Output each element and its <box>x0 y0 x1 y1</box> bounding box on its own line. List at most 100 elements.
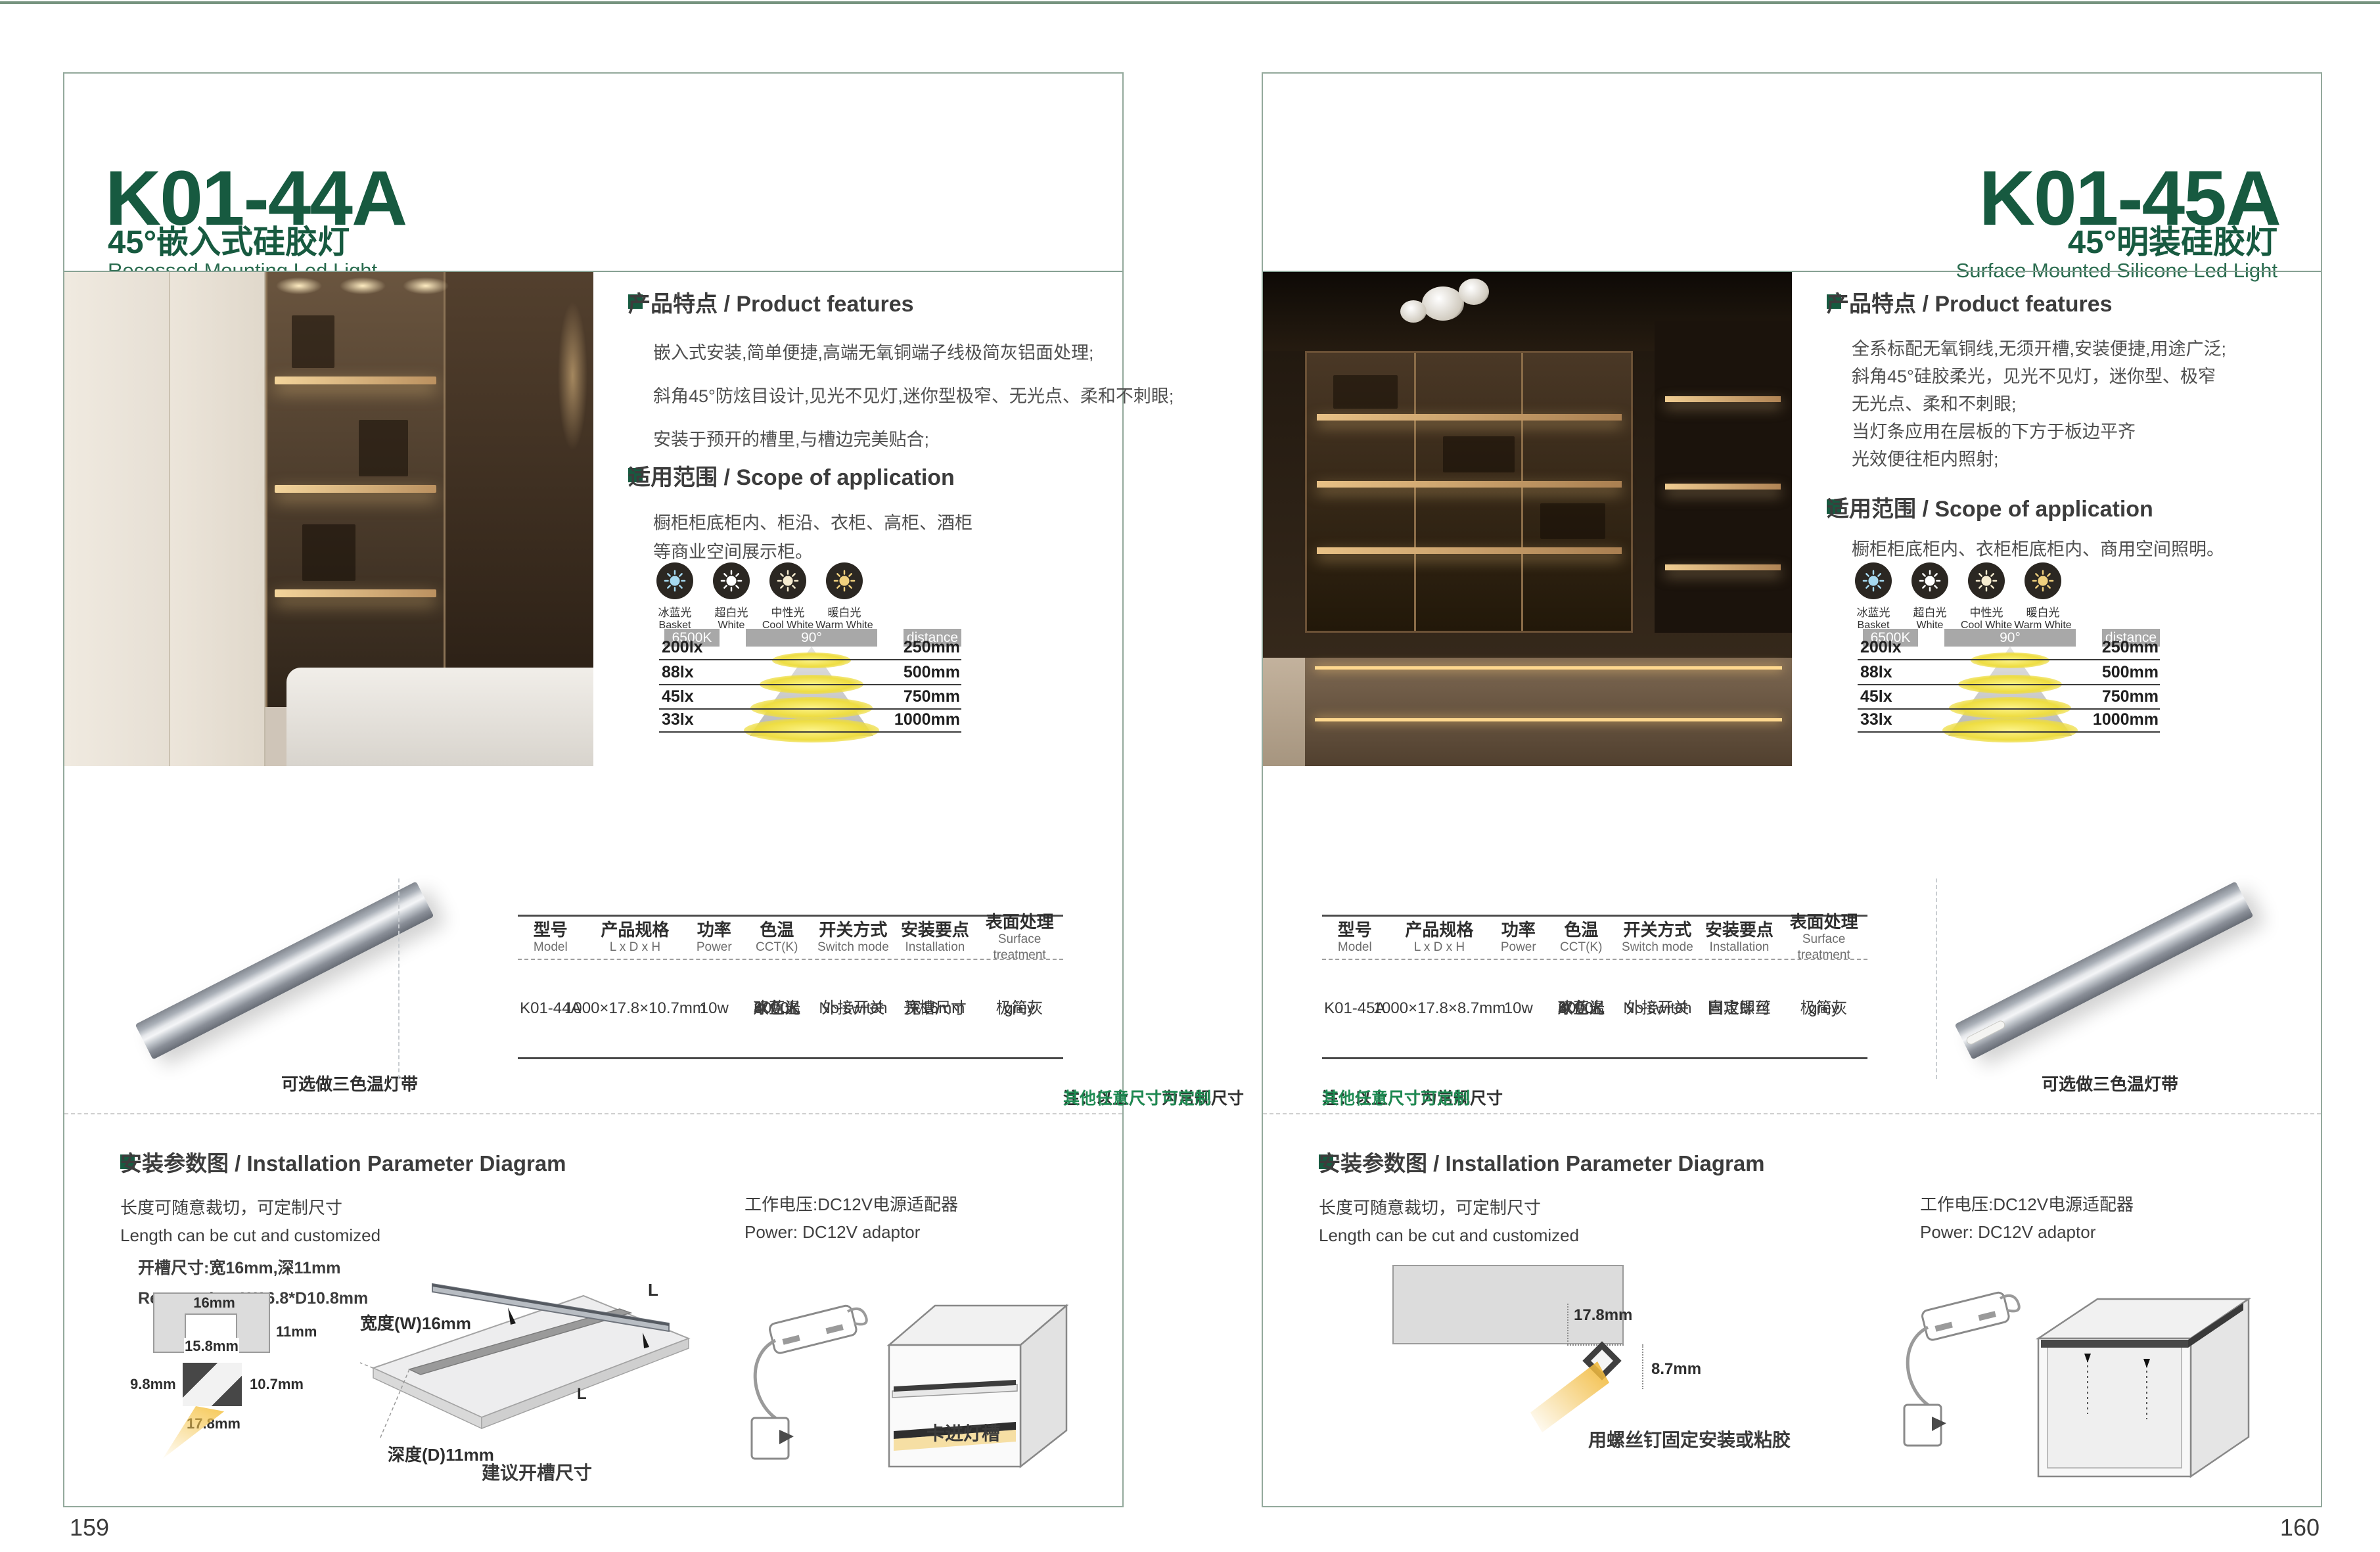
adaptor-schematic <box>1894 1276 2025 1447</box>
dim-depth-11: 11mm <box>276 1323 317 1340</box>
glass-door-frame <box>1414 353 1416 631</box>
lit-shelf <box>275 485 436 493</box>
shelf-item <box>1333 375 1398 409</box>
lux-distance-row: 45lx 750mm <box>659 687 961 710</box>
lit-shelf <box>1317 547 1622 554</box>
lux-value: 88lx <box>1860 663 1892 682</box>
lit-shelf <box>1665 484 1781 490</box>
light-color-cool-white: 中性光 Cool White <box>760 562 816 631</box>
spec-table-header: 型号Model 产品规格L x D x H 功率Power 色温CCT(K) 开… <box>1322 917 1867 960</box>
vertical-dashed-divider <box>398 879 400 1079</box>
length-note-cn: 长度可随意裁切，可定制尺寸 <box>1319 1194 1579 1221</box>
col-header-en: L x D x H <box>1414 940 1465 955</box>
light-color-warm-white: 暖白光 Warm White <box>816 562 873 631</box>
lit-shelf <box>275 589 436 597</box>
warm-glow <box>558 302 587 450</box>
cross-section-diagram: 16mm 11mm 15.8mm 9.8mm 10.7mm 17.8mm <box>130 1289 314 1447</box>
aluminum-profile <box>1955 881 2254 1059</box>
installation-section-heading: 安装参数图 / Installation Parameter Diagram <box>1319 1154 1333 1169</box>
cabinet-schematic <box>2019 1276 2255 1486</box>
open-shelves <box>1655 321 1792 633</box>
lux-value: 88lx <box>662 663 694 682</box>
light-label-cn: 冰蓝光 <box>1857 603 1890 620</box>
distance-value: 250mm <box>2102 638 2159 657</box>
col-header-cn: 产品规格 <box>1405 920 1473 940</box>
spec-table-row: K01-44A 1000×17.8×10.7mm 10w 3000K4000K6… <box>518 960 1063 1057</box>
length-L-label: L <box>648 1280 658 1300</box>
distance-value: 1000mm <box>894 710 960 729</box>
glass-door-cabinet <box>1305 351 1633 633</box>
lux-value: 33lx <box>1860 710 1892 729</box>
cell-power: 10w <box>1491 960 1545 1057</box>
sun-icon <box>656 562 693 599</box>
col-header-cn: 功率 <box>1501 920 1536 940</box>
horizontal-dashed-divider <box>64 1113 1122 1114</box>
lux-value: 33lx <box>662 710 694 729</box>
cell-power: 10w <box>687 960 741 1057</box>
lit-shelf <box>1665 396 1781 402</box>
col-header-en: L x D x H <box>610 940 660 955</box>
recess-size-cn: 开槽尺寸:宽16mm,深11mm <box>138 1253 368 1283</box>
cabinet-caption: 卡进灯槽 <box>898 1419 1029 1446</box>
cell-switch: 外接开关No switch <box>812 960 894 1057</box>
col-header-en: Switch mode <box>817 940 889 955</box>
col-header-en: Surface treatment <box>1780 932 1867 963</box>
light-label-cn: 中性光 <box>1970 603 2003 620</box>
col-header-en: Installation <box>905 940 965 955</box>
top-divider <box>0 1 2380 4</box>
lux-value: 45lx <box>1860 687 1892 706</box>
strip-caption: 可选做三色温灯带 <box>2042 1071 2178 1095</box>
col-header-en: Installation <box>1710 940 1770 955</box>
shelf-item <box>302 524 355 581</box>
flower-vase <box>1459 279 1489 305</box>
power-note-en: Power: DC12V adaptor <box>1920 1218 2134 1246</box>
aluminum-profile <box>135 881 434 1059</box>
groove-width-label: 宽度(W)16mm <box>360 1310 471 1335</box>
cell-cct: 3000K4000K6000K冰蓝光双色温 <box>1545 960 1616 1057</box>
sun-icon <box>1911 562 1948 599</box>
length-note: 长度可随意裁切，可定制尺寸 Length can be cut and cust… <box>120 1194 380 1249</box>
sun-icon <box>826 562 863 599</box>
power-note-cn: 工作电压:DC12V电源适配器 <box>744 1191 958 1218</box>
length-note-en: Length can be cut and customized <box>120 1221 380 1249</box>
features-heading-label: 产品特点 / Product features <box>1827 286 2113 318</box>
ceiling-spot-light <box>276 277 322 294</box>
flower-vase <box>1422 286 1464 321</box>
features-section-heading: 产品特点 / Product features <box>628 294 643 309</box>
light-color-white: 超白光 White <box>1902 562 1958 631</box>
dimension-line <box>1642 1344 1643 1389</box>
note-highlight: 其他任意尺寸可定制 <box>1322 1085 1470 1109</box>
light-color-warm-white: 暖白光 Warm White <box>2015 562 2071 631</box>
screw-caption: 用螺丝钉固定安装或粘胶 <box>1588 1426 1791 1452</box>
dim-width-158: 15.8mm <box>184 1338 239 1355</box>
col-header-cn: 色温 <box>1564 920 1598 940</box>
cell-switch: 外接开关No switch <box>1616 960 1699 1057</box>
sun-icon <box>713 562 750 599</box>
lux-distance-row: 33lx 1000mm <box>659 710 961 733</box>
lux-distance-row: 88lx 500mm <box>659 663 961 685</box>
lit-shelf <box>1317 414 1622 421</box>
spec-table-row: K01-45A 1000×17.8×8.7mm 10w 3000K4000K60… <box>1322 960 1867 1057</box>
power-note-cn: 工作电压:DC12V电源适配器 <box>1920 1191 2134 1218</box>
dim-height-98: 9.8mm <box>130 1376 176 1393</box>
light-color-options: 冰蓝光 Basket 超白光 White 中性光 Cool White <box>1845 562 2071 631</box>
page-number-right: 160 <box>2280 1514 2320 1541</box>
dim-height-87: 8.7mm <box>1651 1360 1701 1379</box>
light-label-cn: 暖白光 <box>828 603 861 620</box>
installation-section-heading: 安装参数图 / Installation Parameter Diagram <box>120 1154 135 1169</box>
floor <box>1263 658 1305 766</box>
lux-distance-row: 33lx 1000mm <box>1858 710 2160 733</box>
page-left: K01-44A 45°嵌入式硅胶灯 Recessed Mounting Led … <box>63 72 1124 1507</box>
distance-value: 500mm <box>904 663 960 682</box>
wardrobe-door <box>170 272 265 766</box>
scope-section-heading: 适用范围 / Scope of application <box>628 468 643 482</box>
col-header-en: Model <box>1338 940 1372 955</box>
dimension-line <box>1567 1304 1568 1344</box>
led-strip-glow <box>1315 718 1782 721</box>
light-label-cn: 超白光 <box>715 603 748 620</box>
sun-icon <box>1968 562 2005 599</box>
led-profile-photo <box>1959 872 2249 1069</box>
col-header-en: Power <box>1501 940 1536 955</box>
col-header-cn: 产品规格 <box>601 920 669 940</box>
light-label-cn: 超白光 <box>1913 603 1947 620</box>
